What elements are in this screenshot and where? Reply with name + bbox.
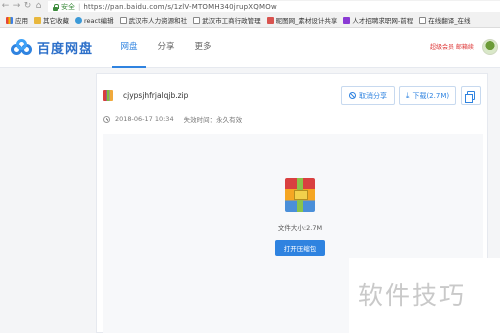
tab-more[interactable]: 更多 <box>186 28 220 68</box>
url-separator: | <box>78 2 81 11</box>
avatar[interactable] <box>482 39 498 55</box>
page-icon <box>193 16 201 24</box>
ban-icon <box>349 92 356 99</box>
main-nav: 网盘 分享 更多 <box>112 28 223 68</box>
open-archive-button[interactable]: 打开压缩包 <box>275 240 325 256</box>
cloud-logo-icon <box>11 38 33 57</box>
lock-icon <box>51 3 59 11</box>
share-meta: 2018-06-17 10:34 失效时间：永久有效 <box>103 114 242 124</box>
copy-button[interactable] <box>461 86 481 105</box>
bookmark-label: 武汉市人力资源和社 <box>128 17 188 25</box>
folder-icon <box>34 16 41 24</box>
bookmark-label: react编辑 <box>84 17 114 25</box>
download-label: 下载(2.7M) <box>412 91 450 100</box>
download-button[interactable]: ⤓ 下载(2.7M) <box>399 86 456 105</box>
bookmarks-bar: 应用 其它收藏 react编辑 武汉市人力资源和社 武汉市工商行政管理 昵图网_… <box>0 13 500 28</box>
home-icon[interactable]: ⌂ <box>33 0 44 13</box>
file-size: 文件大小:2.7M <box>277 224 323 232</box>
bookmark-label: 昵图网_素材设计共享 <box>275 17 338 25</box>
site-header: 百度网盘 网盘 分享 更多 超级会员 邮箱续 <box>0 28 500 68</box>
expire-time: 失效时间：永久有效 <box>183 116 243 124</box>
url-text[interactable]: https://pan.baidu.com/s/1zlV-MTOMH340jru… <box>83 3 277 11</box>
cancel-share-label: 取消分享 <box>359 91 387 100</box>
red-logo-icon <box>266 16 274 24</box>
download-icon: ⤓ <box>405 90 410 100</box>
bookmark-other-favorites[interactable]: 其它收藏 <box>34 15 69 25</box>
share-date: 2018-06-17 10:34 <box>115 115 174 123</box>
page-icon <box>119 16 127 24</box>
vip-user-link[interactable]: 超级会员 邮箱续 <box>430 42 474 51</box>
bookmark-translate[interactable]: 在线翻译_在线 <box>419 15 471 25</box>
purple-logo-icon <box>343 16 351 24</box>
baidu-pan-logo[interactable]: 百度网盘 <box>11 38 93 57</box>
zip-archive-icon <box>285 178 315 212</box>
bookmark-label: 应用 <box>15 17 28 25</box>
bookmark-apps[interactable]: 应用 <box>6 15 28 25</box>
logo-text: 百度网盘 <box>37 42 94 57</box>
cancel-share-button[interactable]: 取消分享 <box>341 86 395 105</box>
bookmark-hr[interactable]: 武汉市人力资源和社 <box>119 15 188 25</box>
bookmark-jobs[interactable]: 人才招聘求职网-前程 <box>343 15 413 25</box>
clock-icon <box>103 115 110 123</box>
bookmark-label: 其它收藏 <box>43 17 69 25</box>
browser-address-row: ← → ↻ ⌂ 安全 | https://pan.baidu.com/s/1zl… <box>0 0 500 13</box>
file-title-row: cjypsjhfrjalqjb.zip <box>103 90 188 101</box>
page-icon <box>419 16 427 24</box>
url-bar[interactable]: 安全 | https://pan.baidu.com/s/1zlV-MTOMH3… <box>48 1 500 12</box>
bookmark-label: 在线翻译_在线 <box>428 17 471 25</box>
file-name: cjypsjhfrjalqjb.zip <box>123 91 189 100</box>
forward-icon[interactable]: → <box>11 0 22 13</box>
bookmark-nipic[interactable]: 昵图网_素材设计共享 <box>266 15 338 25</box>
bookmark-label: 武汉市工商行政管理 <box>202 17 261 25</box>
tab-netdisk[interactable]: 网盘 <box>112 28 146 68</box>
apps-grid-icon <box>6 16 13 24</box>
back-icon[interactable]: ← <box>0 0 11 13</box>
bookmark-label: 人才招聘求职网-前程 <box>352 17 414 25</box>
zip-file-icon <box>103 90 113 101</box>
copy-icon <box>465 91 475 103</box>
bookmark-react[interactable]: react编辑 <box>75 15 114 25</box>
secure-label: 安全 <box>61 2 75 11</box>
reload-icon[interactable]: ↻ <box>22 0 33 13</box>
bookmark-business[interactable]: 武汉市工商行政管理 <box>193 15 261 25</box>
watermark-text: 软件技巧 <box>358 281 467 310</box>
tab-share[interactable]: 分享 <box>149 28 183 68</box>
react-icon <box>75 16 82 24</box>
